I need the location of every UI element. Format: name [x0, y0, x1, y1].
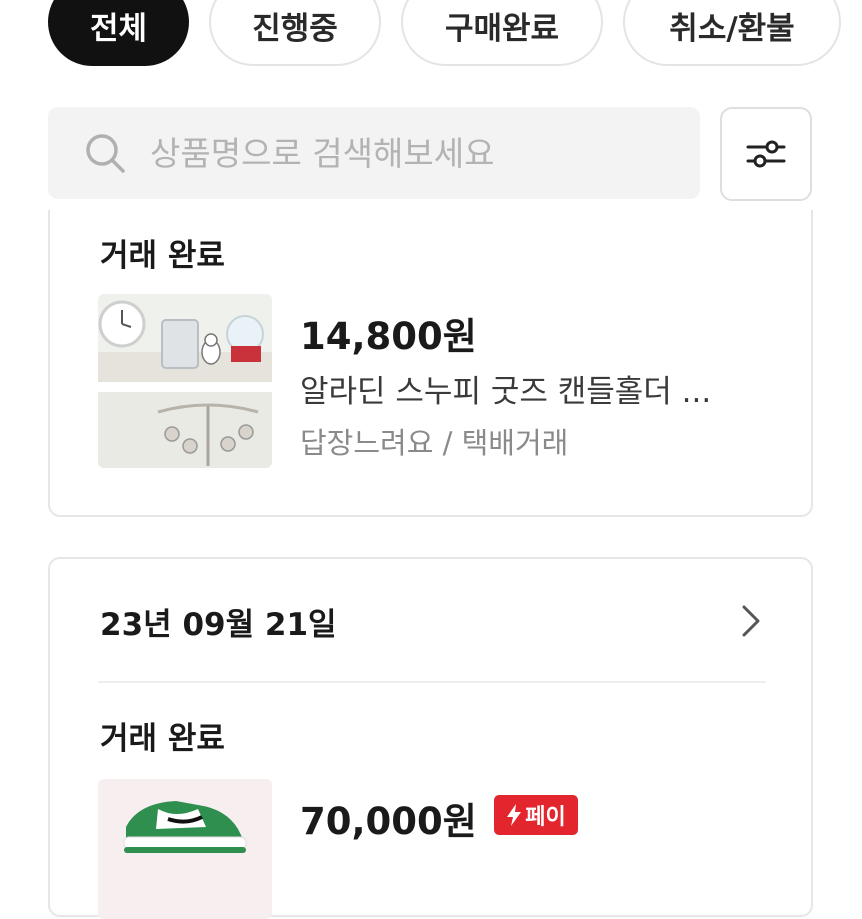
product-image — [98, 294, 272, 468]
filter-tabs: 전체 진행중 구매완료 취소/환불 — [48, 0, 841, 66]
pay-badge-label: 페이 — [525, 805, 566, 830]
search-input[interactable] — [150, 133, 690, 173]
search-icon — [86, 134, 125, 173]
pay-badge: 페이 — [494, 795, 578, 835]
tab-cancel-refund[interactable]: 취소/환불 — [623, 0, 841, 66]
search-bar[interactable] — [48, 107, 700, 199]
tab-in-progress[interactable]: 진행중 — [209, 0, 381, 66]
tab-purchased[interactable]: 구매완료 — [401, 0, 603, 66]
divider — [98, 681, 766, 683]
product-thumbnail[interactable] — [98, 294, 272, 468]
order-card[interactable]: 23년 09월 21일 거래 완료 70,000원 페이 — [48, 557, 813, 919]
product-thumbnail[interactable] — [98, 779, 272, 919]
lightning-icon — [507, 804, 522, 826]
filter-button[interactable] — [720, 107, 812, 201]
tab-all[interactable]: 전체 — [48, 0, 189, 66]
product-image — [98, 779, 272, 919]
order-date: 23년 09월 21일 — [100, 607, 337, 643]
sliders-icon — [746, 140, 786, 168]
order-card[interactable]: 거래 완료 14,800원 알라딘 스누피 굿즈 캔들홀더 ... 답장느려요 … — [48, 210, 813, 517]
order-title[interactable]: 알라딘 스누피 굿즈 캔들홀더 ... — [300, 366, 711, 411]
order-price: 70,000원 — [300, 800, 477, 843]
order-subtitle: 답장느려요 / 택배거래 — [300, 426, 569, 460]
chevron-right-icon[interactable] — [736, 603, 766, 639]
order-price: 14,800원 — [300, 315, 477, 358]
order-status: 거래 완료 — [100, 238, 225, 274]
order-status: 거래 완료 — [100, 721, 225, 757]
